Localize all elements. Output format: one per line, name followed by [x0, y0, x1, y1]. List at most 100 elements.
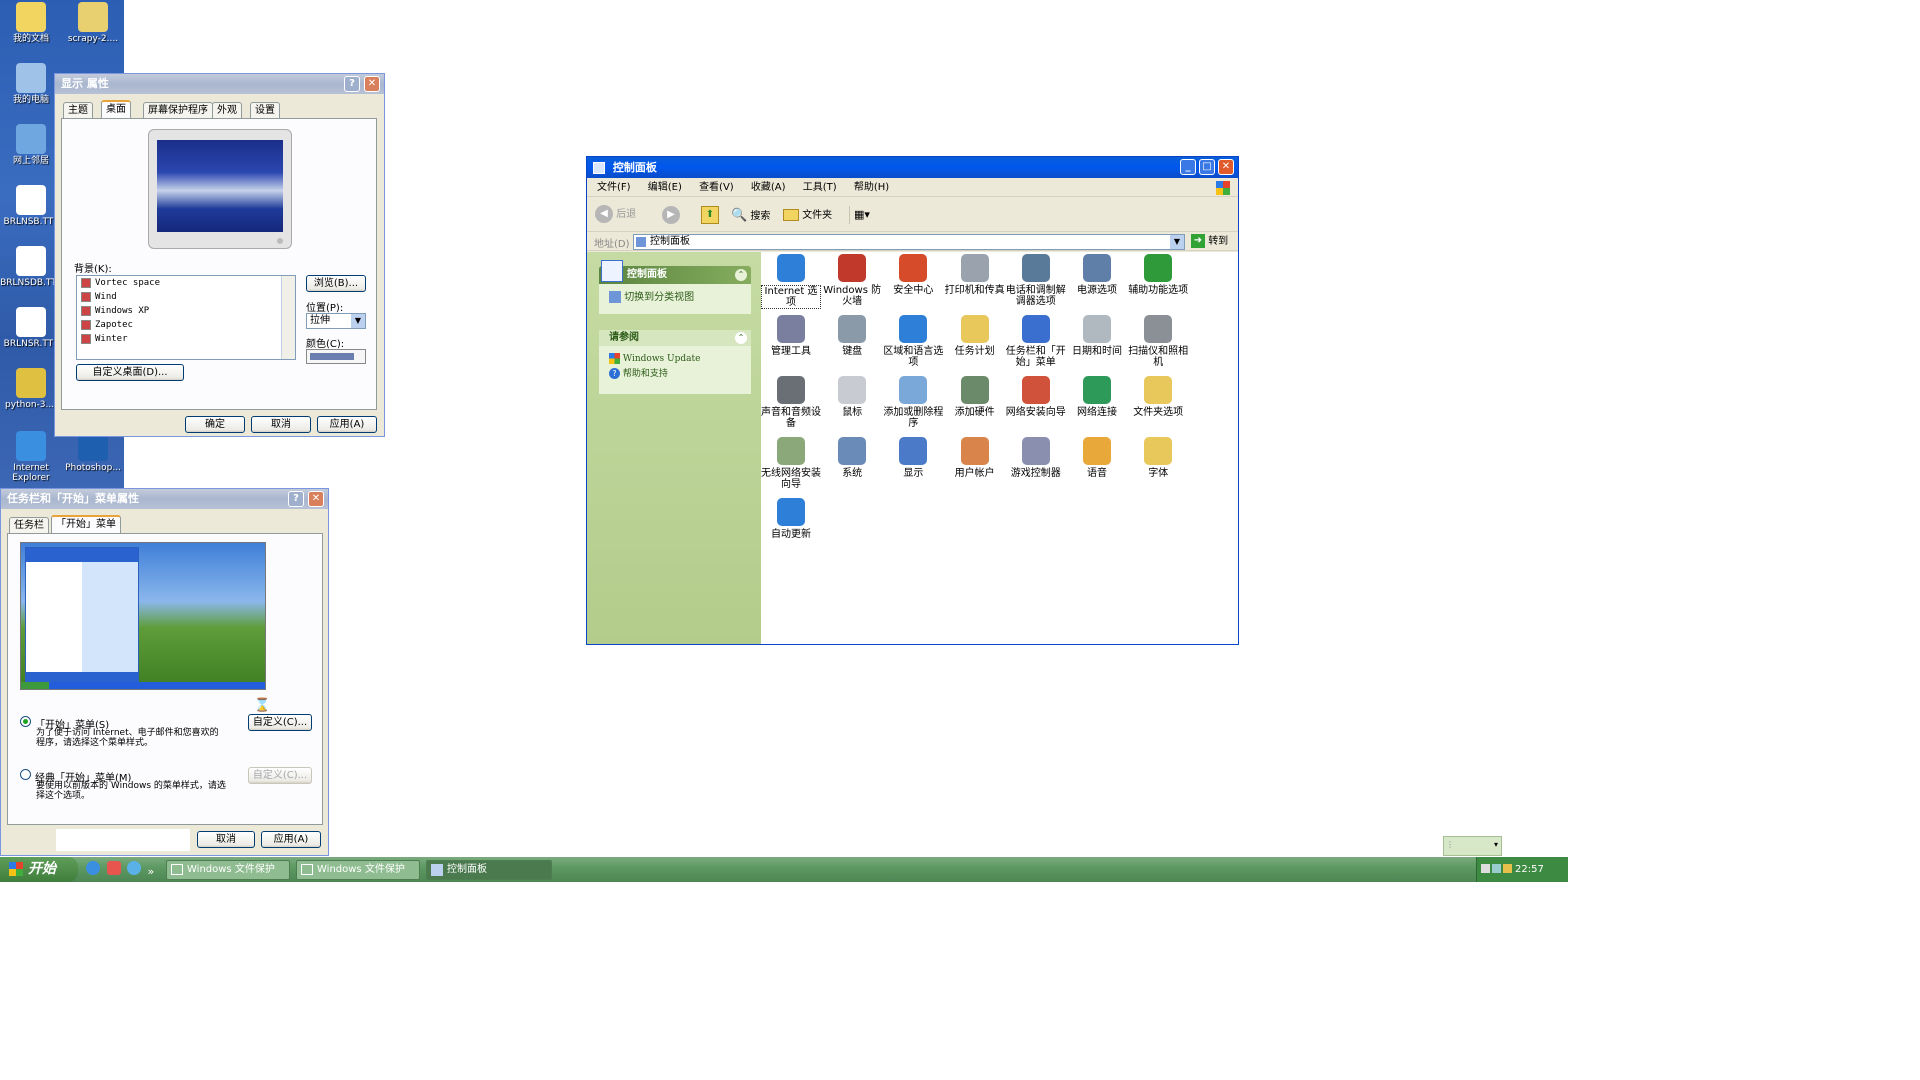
control-panel-item[interactable]: 扫描仪和照相机	[1128, 315, 1188, 368]
menu-edit[interactable]: 编辑(E)	[648, 182, 682, 193]
background-list-item[interactable]: Vortec space	[77, 276, 295, 290]
control-panel-item[interactable]: 打印机和传真	[945, 254, 1005, 296]
chevron-down-icon[interactable]: ▼	[351, 314, 365, 328]
tray-keyboard-icon[interactable]	[1481, 864, 1490, 873]
classic-menu-radio[interactable]	[20, 769, 31, 780]
tab-taskbar[interactable]: 任务栏	[9, 517, 49, 533]
tab-desktop[interactable]: 桌面	[101, 100, 131, 118]
color-picker[interactable]	[306, 349, 366, 364]
control-panel-item[interactable]: 管理工具	[761, 315, 821, 357]
customize-button[interactable]: 自定义(C)...	[248, 714, 312, 731]
control-panel-item[interactable]: 添加或删除程序	[883, 376, 943, 429]
start-menu-radio[interactable]	[20, 716, 31, 727]
control-panel-item[interactable]: 电话和调制解调器选项	[1006, 254, 1066, 307]
desktop-icon[interactable]: Photoshop...	[62, 431, 124, 473]
help-button[interactable]: ?	[288, 491, 304, 507]
search-button[interactable]: 🔍 搜索	[731, 207, 770, 226]
position-select[interactable]: 拉伸 ▼	[306, 313, 366, 329]
control-panel-item[interactable]: 语音	[1067, 437, 1127, 479]
menu-view[interactable]: 查看(V)	[699, 182, 734, 193]
browse-button[interactable]: 浏览(B)...	[306, 275, 366, 292]
cancel-button[interactable]: 取消	[251, 416, 311, 433]
control-panel-item[interactable]: 自动更新	[761, 498, 821, 540]
apply-button[interactable]: 应用(A)	[317, 416, 377, 433]
maximize-button[interactable]: □	[1199, 159, 1215, 175]
close-button[interactable]: ✕	[308, 491, 324, 507]
close-button[interactable]: ✕	[1218, 159, 1234, 175]
control-panel-item[interactable]: 日期和时间	[1067, 315, 1127, 357]
control-panel-item[interactable]: 显示	[883, 437, 943, 479]
desktop-icon[interactable]: BRLNSDB.TTF	[0, 246, 62, 288]
taskbar-properties-titlebar[interactable]: 任务栏和「开始」菜单属性 ? ✕	[1, 489, 328, 509]
clock[interactable]: 22:57	[1515, 864, 1544, 875]
desktop-icon[interactable]: python-3....	[0, 368, 62, 410]
messenger-icon[interactable]	[127, 861, 141, 875]
desktop-icon[interactable]: 网上邻居	[0, 124, 62, 166]
help-support-link[interactable]: ? 帮助和支持	[609, 367, 751, 382]
up-folder-icon[interactable]: ⬆	[701, 206, 719, 224]
control-panel-item[interactable]: 区域和语言选项	[883, 315, 943, 368]
control-panel-titlebar[interactable]: 控制面板 _ □ ✕	[587, 157, 1238, 178]
control-panel-item[interactable]: Windows 防火墙	[822, 254, 882, 307]
tray-network-icon[interactable]	[1492, 864, 1501, 873]
control-panel-item[interactable]: Internet 选项	[761, 254, 821, 309]
forward-arrow-icon[interactable]: ▶	[662, 206, 680, 224]
menu-tools[interactable]: 工具(T)	[803, 182, 837, 193]
ie-quick-launch-icon[interactable]	[86, 861, 100, 875]
taskbar-task-control-panel[interactable]: 控制面板	[426, 860, 552, 880]
more-chevron-icon[interactable]: »	[148, 865, 155, 878]
apply-button[interactable]: 应用(A)	[261, 831, 321, 848]
control-panel-item[interactable]: 声音和音频设备	[761, 376, 821, 429]
desktop-icon[interactable]: scrapy-2....	[62, 2, 124, 44]
help-button[interactable]: ?	[344, 76, 360, 92]
windows-update-link[interactable]: Windows Update	[609, 352, 751, 367]
control-panel-item[interactable]: 添加硬件	[945, 376, 1005, 418]
desktop-icon[interactable]: BRLNSR.TTF	[0, 307, 62, 349]
control-panel-item[interactable]: 文件夹选项	[1128, 376, 1188, 418]
collapse-chevron-icon[interactable]: ⌃	[735, 332, 747, 344]
switch-to-category-view-link[interactable]: 切换到分类视图	[624, 292, 694, 303]
menu-favorites[interactable]: 收藏(A)	[751, 182, 786, 193]
views-button-icon[interactable]: ▦▾	[849, 206, 875, 224]
start-button[interactable]: 开始	[0, 857, 78, 882]
control-panel-item[interactable]: 电源选项	[1067, 254, 1127, 296]
ok-button[interactable]: 确定	[185, 416, 245, 433]
control-panel-item[interactable]: 用户帐户	[945, 437, 1005, 479]
control-panel-item[interactable]: 网络安装向导	[1006, 376, 1066, 418]
control-panel-item[interactable]: 辅助功能选项	[1128, 254, 1188, 296]
control-panel-item[interactable]: 网络连接	[1067, 376, 1127, 418]
close-button[interactable]: ✕	[364, 76, 380, 92]
desktop-icon[interactable]: Internet Explorer	[0, 431, 62, 483]
control-panel-item[interactable]: 鼠标	[822, 376, 882, 418]
control-panel-item[interactable]: 任务计划	[945, 315, 1005, 357]
desktop-icon[interactable]: 我的电脑	[0, 63, 62, 105]
desktop-icon[interactable]: BRLNSB.TTF	[0, 185, 62, 227]
tab-settings[interactable]: 设置	[250, 102, 280, 118]
tab-screensaver[interactable]: 屏幕保护程序	[143, 102, 213, 118]
collapse-chevron-icon[interactable]: ⌃	[735, 269, 747, 281]
media-player-icon[interactable]	[106, 861, 121, 875]
control-panel-item[interactable]: 安全中心	[883, 254, 943, 296]
tray-security-icon[interactable]	[1503, 864, 1512, 873]
control-panel-item[interactable]: 系统	[822, 437, 882, 479]
taskbar-task-file-protection-2[interactable]: Windows 文件保护	[296, 860, 420, 880]
go-button[interactable]: ➜ 转到	[1191, 234, 1228, 250]
desktop-icon[interactable]: 我的文档	[0, 2, 62, 44]
address-dropdown-icon[interactable]: ▼	[1170, 235, 1184, 249]
tab-start-menu[interactable]: 「开始」菜单	[51, 515, 121, 533]
back-button[interactable]: ◀ 后退	[595, 205, 636, 225]
menu-help[interactable]: 帮助(H)	[854, 182, 889, 193]
background-list-item[interactable]: Windows XP	[77, 304, 295, 318]
menu-file[interactable]: 文件(F)	[597, 182, 631, 193]
background-list-item[interactable]: Zapotec	[77, 318, 295, 332]
tab-appearance[interactable]: 外观	[212, 102, 242, 118]
display-properties-titlebar[interactable]: 显示 属性 ? ✕	[55, 74, 384, 94]
control-panel-item[interactable]: 任务栏和「开始」菜单	[1006, 315, 1066, 368]
minimize-button[interactable]: _	[1180, 159, 1196, 175]
cancel-button[interactable]: 取消	[197, 831, 255, 848]
floating-language-bar[interactable]: ⋮ ▾	[1443, 836, 1502, 856]
address-input[interactable]: 控制面板 ▼	[633, 234, 1185, 250]
control-panel-item[interactable]: 无线网络安装向导	[761, 437, 821, 490]
control-panel-item[interactable]: 字体	[1128, 437, 1188, 479]
tab-themes[interactable]: 主题	[63, 102, 93, 118]
